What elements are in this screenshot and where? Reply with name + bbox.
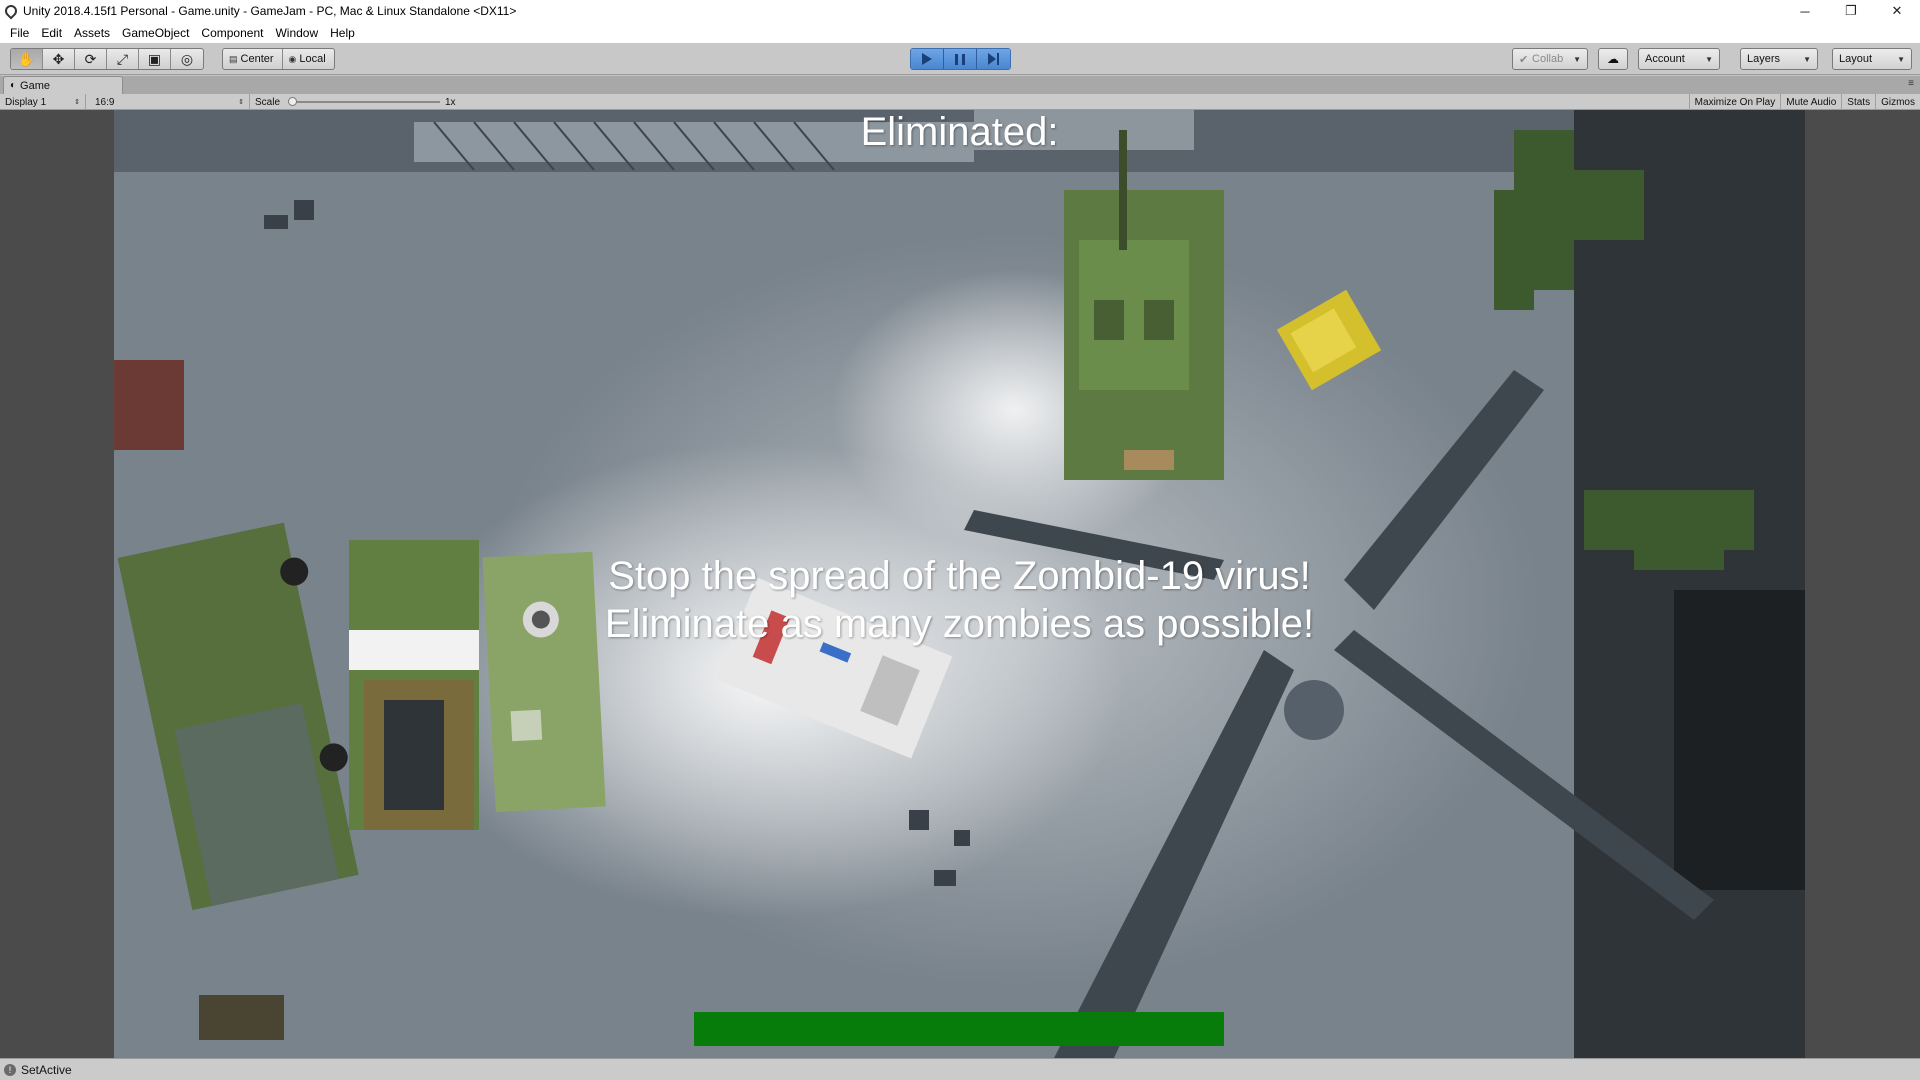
chevron-updown-icon: ⇕ [74, 99, 80, 106]
gizmos-dropdown[interactable]: Gizmos [1875, 94, 1920, 110]
menu-bar: File Edit Assets GameObject Component Wi… [0, 22, 1920, 43]
game-render[interactable]: Eliminated: Stop the spread of the Zombi… [114, 110, 1805, 1058]
menu-assets[interactable]: Assets [68, 26, 116, 40]
collab-label: Collab [1532, 53, 1564, 65]
yellow-vehicle [1276, 289, 1382, 391]
move-tool-icon[interactable]: ✥ [43, 49, 75, 69]
menu-gameobject[interactable]: GameObject [116, 26, 195, 40]
gamepad-icon: ◐ [10, 80, 17, 91]
close-button[interactable]: ✕ [1874, 0, 1920, 22]
transform-tools: ✋ ✥ ⟳ ⤢ ▣ ◎ [10, 48, 204, 70]
chevron-down-icon: ▼ [1803, 54, 1811, 64]
pivot-center-button[interactable]: ▤ Center [223, 49, 283, 69]
rotate-tool-icon[interactable]: ⟳ [75, 49, 107, 69]
scale-slider[interactable] [290, 101, 440, 103]
play-icon [922, 53, 932, 65]
game-viewport[interactable]: Eliminated: Stop the spread of the Zombi… [0, 110, 1920, 1058]
pivot-toggles: ▤ Center ◉ Local [222, 48, 335, 70]
pivot-local-label: Local [299, 53, 326, 65]
tab-game-label: Game [20, 79, 51, 92]
status-bar: ! SetActive [0, 1058, 1920, 1080]
chevron-down-icon: ▼ [1897, 54, 1905, 64]
maximize-on-play-toggle[interactable]: Maximize On Play [1688, 94, 1781, 110]
tank-top [1064, 130, 1224, 480]
layout-label: Layout [1839, 53, 1873, 65]
objective-line-2: Eliminate as many zombies as possible! [604, 602, 1315, 646]
status-message[interactable]: SetActive [21, 1063, 72, 1077]
menu-file[interactable]: File [4, 26, 35, 40]
tab-menu-icon[interactable]: ≡ [1908, 78, 1914, 89]
pivot-local-button[interactable]: ◉ Local [283, 49, 334, 69]
window-title: Unity 2018.4.15f1 Personal - Game.unity … [23, 4, 517, 18]
info-icon: ! [4, 1063, 16, 1076]
transform-tool-icon[interactable]: ◎ [171, 49, 203, 69]
chevron-down-icon: ▼ [1705, 54, 1713, 64]
chevron-updown-icon: ⇕ [238, 99, 244, 106]
step-icon [988, 53, 999, 65]
hand-tool-icon[interactable]: ✋ [11, 49, 43, 69]
objective-line-1: Stop the spread of the Zombid-19 virus! [608, 554, 1311, 598]
eliminated-counter: Eliminated: [860, 110, 1059, 154]
unity-logo-icon [2, 2, 20, 20]
stats-toggle[interactable]: Stats [1841, 94, 1875, 110]
scale-tool-icon[interactable]: ⤢ [107, 49, 139, 69]
collab-dropdown[interactable]: ✔ Collab ▼ [1512, 48, 1588, 70]
display-label: Display 1 [5, 96, 47, 108]
menu-edit[interactable]: Edit [35, 26, 68, 40]
health-bar [694, 1012, 1224, 1046]
step-button[interactable] [977, 49, 1010, 69]
menu-component[interactable]: Component [195, 26, 269, 40]
crate [199, 995, 284, 1040]
rect-tool-icon[interactable]: ▣ [139, 49, 171, 69]
title-bar: Unity 2018.4.15f1 Personal - Game.unity … [0, 0, 1920, 22]
account-dropdown[interactable]: Account ▼ [1638, 48, 1720, 70]
game-view-options: Maximize On Play Mute Audio Stats Gizmos [1688, 94, 1920, 110]
pivot-center-label: Center [240, 53, 274, 65]
cloud-icon[interactable]: ☁ [1598, 48, 1628, 70]
game-view-toolbar: Display 1 ⇕ 16:9 ⇕ Scale 1x Maximize On … [0, 94, 1920, 110]
health-bar-fill [694, 1012, 1224, 1046]
scale-label: Scale [255, 96, 281, 108]
playback-controls [910, 48, 1011, 70]
layers-dropdown[interactable]: Layers ▼ [1740, 48, 1818, 70]
check-icon: ✔ [1519, 53, 1529, 66]
objective-message: Stop the spread of the Zombid-19 virus! … [114, 552, 1805, 648]
tab-game[interactable]: ◐ Game [3, 76, 123, 94]
pause-button[interactable] [944, 49, 977, 69]
aspect-dropdown[interactable]: 16:9 ⇕ [90, 94, 250, 110]
scale-slider-handle[interactable] [288, 97, 297, 106]
minimize-button[interactable]: ─ [1782, 0, 1828, 22]
layers-label: Layers [1747, 53, 1781, 65]
layout-dropdown[interactable]: Layout ▼ [1832, 48, 1912, 70]
window-controls: ─ ❐ ✕ [1782, 0, 1920, 22]
mute-audio-toggle[interactable]: Mute Audio [1780, 94, 1841, 110]
account-label: Account [1645, 53, 1685, 65]
scale-value: 1x [445, 96, 456, 108]
restore-button[interactable]: ❐ [1828, 0, 1874, 22]
main-toolbar: ✋ ✥ ⟳ ⤢ ▣ ◎ ▤ Center ◉ Local ✔ Collab ▼ … [0, 43, 1920, 75]
globe-icon: ◉ [288, 53, 297, 64]
pivot-icon: ▤ [229, 53, 238, 64]
tab-strip: ◐ Game ≡ [0, 76, 1920, 94]
play-button[interactable] [911, 49, 944, 69]
pause-icon [955, 53, 965, 65]
menu-window[interactable]: Window [269, 26, 324, 40]
chevron-down-icon: ▼ [1573, 54, 1581, 64]
aspect-label: 16:9 [95, 96, 115, 108]
menu-help[interactable]: Help [324, 26, 361, 40]
red-car [114, 360, 184, 450]
display-dropdown[interactable]: Display 1 ⇕ [0, 94, 86, 110]
